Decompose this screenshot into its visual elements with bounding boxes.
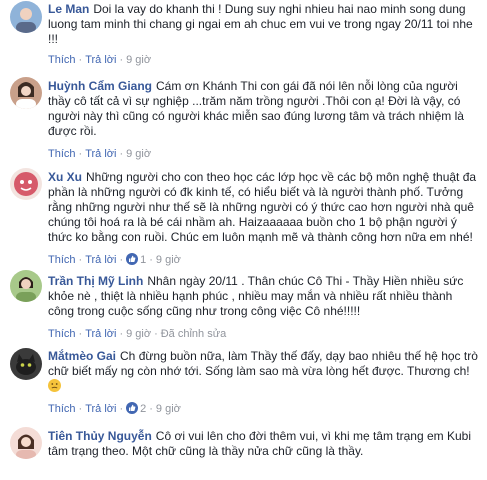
avatar[interactable] xyxy=(10,168,42,200)
like-button[interactable]: Thích xyxy=(48,254,76,266)
comment-author[interactable]: Trần Thị Mỹ Linh xyxy=(48,274,143,288)
comment-timestamp[interactable]: 9 giờ xyxy=(126,54,151,66)
like-button[interactable]: Thích xyxy=(48,148,76,160)
separator: · xyxy=(149,403,153,415)
separator: · xyxy=(149,254,153,266)
comment-author[interactable]: Huỳnh Cẩm Giang xyxy=(48,79,152,93)
avatar[interactable] xyxy=(10,1,42,33)
confused-emoji-icon xyxy=(48,379,61,392)
reply-button[interactable]: Trả lời xyxy=(85,54,116,66)
comment-timestamp[interactable]: 9 giờ xyxy=(156,403,181,415)
comment-content: Tiên Thủy Nguyễn Cô ơi vui lên cho đời th… xyxy=(48,429,481,459)
separator: · xyxy=(78,403,83,415)
separator: · xyxy=(78,148,83,160)
comment-timestamp[interactable]: 9 giờ xyxy=(156,254,181,266)
comment-author[interactable]: Le Man xyxy=(48,2,89,16)
comment-actions: Thích · Trả lời · 9 giờ · Đã chỉnh sửa xyxy=(48,327,226,341)
like-reaction-icon xyxy=(126,402,139,414)
comment-actions: Thích · Trả lời · 1 · 9 giờ xyxy=(48,253,181,267)
comment-actions: Thích · Trả lời · 9 giờ xyxy=(48,53,151,67)
separator: · xyxy=(154,328,158,340)
separator: · xyxy=(119,254,124,266)
avatar[interactable] xyxy=(10,77,42,109)
comment-author[interactable]: Mắtmèo Gai xyxy=(48,349,116,363)
like-count[interactable]: 1 xyxy=(140,254,146,266)
avatar[interactable] xyxy=(10,427,42,459)
comment-actions: Thích · Trả lời · 2 · 9 giờ xyxy=(48,402,181,416)
like-count[interactable]: 2 xyxy=(140,403,146,415)
comment-author[interactable]: Xu Xu xyxy=(48,170,82,184)
like-button[interactable]: Thích xyxy=(48,403,76,415)
comment-timestamp[interactable]: 9 giờ xyxy=(126,328,151,340)
separator: · xyxy=(119,54,124,66)
separator: · xyxy=(78,54,83,66)
separator: · xyxy=(78,254,83,266)
comment-content: Huỳnh Cẩm Giang Cám ơn Khánh Thi con gái … xyxy=(48,79,481,139)
separator: · xyxy=(119,328,124,340)
reply-button[interactable]: Trả lời xyxy=(85,403,116,415)
reply-button[interactable]: Trả lời xyxy=(85,254,116,266)
comment-thread: Le Man Doi la vay do khanh thi ! Dung suy… xyxy=(0,0,487,480)
like-reaction-icon xyxy=(126,253,139,265)
comment-author[interactable]: Tiên Thủy Nguyễn xyxy=(48,429,152,443)
comment-content: Xu Xu Những người cho con theo học các lớ… xyxy=(48,170,481,245)
separator: · xyxy=(78,328,83,340)
like-button[interactable]: Thích xyxy=(48,54,76,66)
avatar[interactable] xyxy=(10,348,42,380)
comment-timestamp[interactable]: 9 giờ xyxy=(126,148,151,160)
edited-label[interactable]: Đã chỉnh sửa xyxy=(161,328,226,340)
separator: · xyxy=(119,148,124,160)
separator: · xyxy=(119,403,124,415)
avatar[interactable] xyxy=(10,270,42,302)
reply-button[interactable]: Trả lời xyxy=(85,148,116,160)
comment-text: Doi la vay do khanh thi ! Dung suy nghi … xyxy=(48,2,473,46)
comment-actions: Thích · Trả lời · 9 giờ xyxy=(48,147,151,161)
comment-content: Mắtmèo Gai Ch đừng buồn nữa, làm Thầy thế… xyxy=(48,349,481,394)
comment-text: Những người cho con theo học các lớp học… xyxy=(48,170,477,244)
comment-content: Le Man Doi la vay do khanh thi ! Dung suy… xyxy=(48,2,481,47)
comment-content: Trần Thị Mỹ Linh Nhân ngày 20/11 . Thân c… xyxy=(48,274,481,319)
like-button[interactable]: Thích xyxy=(48,328,76,340)
reply-button[interactable]: Trả lời xyxy=(85,328,116,340)
